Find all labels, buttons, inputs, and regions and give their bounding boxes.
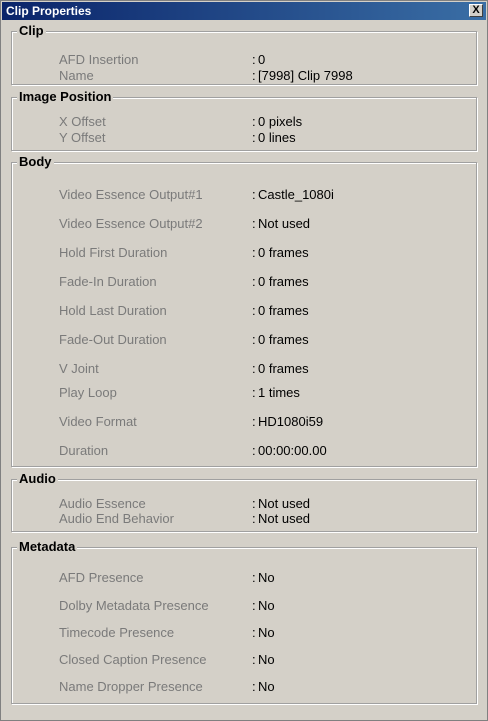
metadata-group: Metadata AFD Presence : No Dolby Metadat…	[11, 540, 477, 704]
body-group-title: Body	[17, 154, 54, 169]
field-value: 0 frames	[258, 303, 309, 318]
field-label: Audio Essence	[59, 496, 146, 511]
window-title: Clip Properties	[6, 4, 92, 18]
clip-group-title: Clip	[17, 23, 46, 38]
field-label: Duration	[59, 443, 109, 458]
field-value: 00:00:00.00	[258, 443, 327, 458]
close-button[interactable]: X	[469, 4, 483, 17]
field-label: Closed Caption Presence	[59, 652, 207, 667]
title-bar[interactable]: Clip Properties X	[2, 2, 486, 20]
field-value: Not used	[258, 216, 311, 231]
close-icon: X	[472, 4, 480, 16]
field-label: Name	[59, 68, 94, 83]
field-label: Video Essence Output#1	[59, 187, 203, 202]
field-value: Not used	[258, 511, 311, 526]
field-label: Video Format	[59, 414, 137, 429]
field-label: Fade-Out Duration	[59, 332, 167, 347]
field-label: AFD Presence	[59, 570, 144, 585]
field-label: Dolby Metadata Presence	[59, 598, 209, 613]
field-value: HD1080i59	[258, 414, 324, 429]
clip-properties-window: Clip Properties X Clip AFD Insertion : 0…	[0, 0, 488, 721]
field-label: X Offset	[59, 114, 106, 129]
field-value: 0 frames	[258, 245, 309, 260]
field-value: 0 frames	[258, 274, 309, 289]
field-label: Video Essence Output#2	[59, 216, 203, 231]
field-value: No	[258, 598, 275, 613]
field-label: Audio End Behavior	[59, 511, 174, 526]
field-label: Play Loop	[59, 385, 117, 400]
field-value: [7998] Clip 7998	[258, 68, 353, 83]
field-value: No	[258, 679, 275, 694]
field-value: 0 frames	[258, 332, 309, 347]
field-label: Fade-In Duration	[59, 274, 157, 289]
field-value: No	[258, 625, 275, 640]
field-value: No	[258, 652, 275, 667]
clip-group: Clip AFD Insertion : 0 Name : [7998] Cli…	[11, 24, 477, 85]
field-label: AFD Insertion	[59, 52, 139, 67]
audio-group-title: Audio	[17, 471, 58, 486]
field-label: Timecode Presence	[59, 625, 175, 640]
audio-group: Audio Audio Essence : Not used Audio End…	[11, 472, 477, 532]
metadata-group-title: Metadata	[17, 539, 78, 554]
field-value: 1 times	[258, 385, 300, 400]
field-value: 0 pixels	[258, 114, 303, 129]
image-position-group-title: Image Position	[17, 89, 114, 104]
field-label: Hold First Duration	[59, 245, 168, 260]
image-position-group: Image Position X Offset : 0 pixels Y Off…	[11, 90, 477, 151]
field-label: V Joint	[59, 361, 99, 376]
field-value: No	[258, 570, 275, 585]
field-value: 0 frames	[258, 361, 309, 376]
field-label: Y Offset	[59, 130, 106, 145]
field-value: Castle_1080i	[258, 187, 334, 202]
field-value: 0 lines	[258, 130, 296, 145]
field-label: Hold Last Duration	[59, 303, 167, 318]
field-value: 0	[258, 52, 266, 67]
field-label: Name Dropper Presence	[59, 679, 203, 694]
body-group: Body Video Essence Output#1 : Castle_108…	[11, 155, 477, 467]
field-value: Not used	[258, 496, 311, 511]
